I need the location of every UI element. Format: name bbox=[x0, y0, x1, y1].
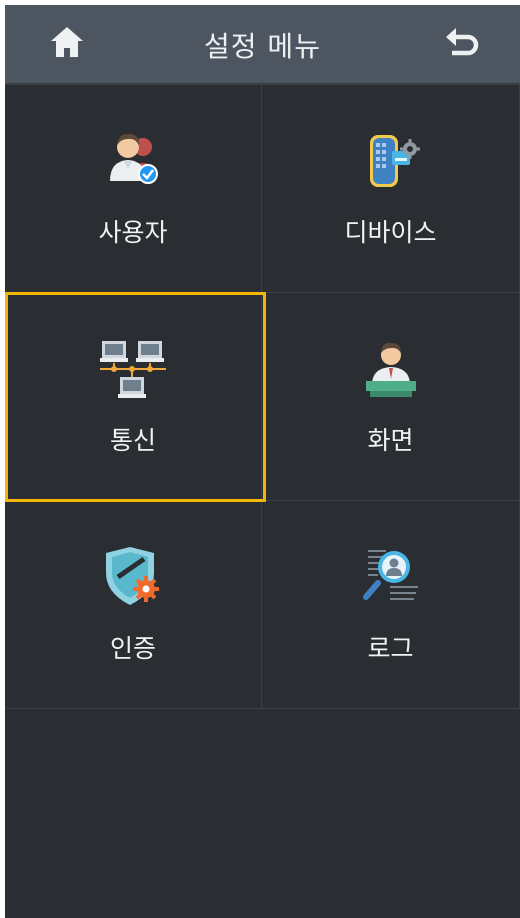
menu-item-label: 인증 bbox=[109, 634, 156, 663]
settings-menu-grid: 사용자 디바이스 통신 화면 인증 로그 bbox=[5, 85, 520, 712]
device-icon bbox=[369, 135, 420, 187]
menu-item-device[interactable]: 디바이스 bbox=[262, 85, 520, 293]
menu-item-authentication[interactable]: 인증 bbox=[5, 501, 262, 709]
log-search-icon bbox=[362, 550, 418, 600]
display-icon bbox=[365, 342, 416, 397]
menu-item-network[interactable]: 통신 bbox=[5, 293, 262, 501]
shield-icon bbox=[106, 547, 159, 605]
back-button[interactable] bbox=[440, 23, 484, 63]
menu-item-label: 화면 bbox=[367, 426, 414, 455]
settings-screen: 설정 메뉴 사용자 디바이스 통신 화면 인증 로그 bbox=[5, 5, 520, 918]
menu-item-label: 통신 bbox=[109, 426, 156, 455]
menu-item-label: 사용자 bbox=[98, 218, 168, 247]
menu-item-display[interactable]: 화면 bbox=[262, 293, 520, 501]
menu-item-label: 디바이스 bbox=[344, 218, 437, 247]
menu-item-user[interactable]: 사용자 bbox=[5, 85, 262, 293]
network-icon bbox=[100, 341, 166, 398]
menu-item-label: 로그 bbox=[367, 634, 414, 663]
header-bar: 설정 메뉴 bbox=[5, 5, 520, 85]
user-icon bbox=[110, 133, 158, 184]
menu-item-log[interactable]: 로그 bbox=[262, 501, 520, 709]
back-arrow-icon bbox=[446, 28, 479, 56]
